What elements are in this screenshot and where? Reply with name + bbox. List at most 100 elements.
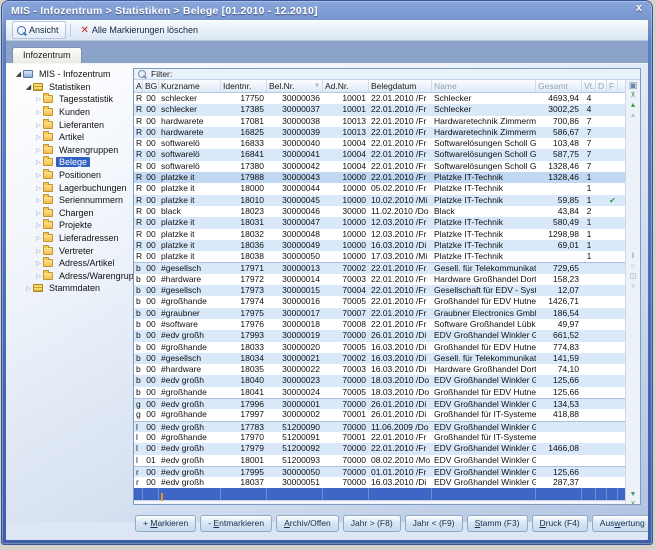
table-row[interactable]: R00schlecker17750300000361000122.01.2010… (134, 93, 640, 104)
table-row[interactable]: l01#edv großh18001512000937000008.02.201… (134, 455, 640, 466)
column-header-d[interactable]: D (596, 80, 607, 92)
expand-arrow-icon[interactable]: ▷ (34, 209, 43, 217)
close-button[interactable]: x (636, 2, 642, 14)
table-row[interactable]: R00black18023300000463000011.02.2010 /Do… (134, 206, 640, 217)
tree-item-vertreter[interactable]: ▷Vertreter (14, 244, 132, 257)
append-cell-belnr[interactable] (267, 488, 323, 500)
expand-arrow-icon[interactable]: ▷ (34, 146, 43, 154)
tree-item-adress-warengruppen[interactable]: ▷Adress/Warengruppen (14, 270, 132, 283)
jahr-zurueck-button[interactable]: Jahr < (F9) (405, 515, 463, 532)
jahr-vor-button[interactable]: Jahr > (F8) (343, 515, 401, 532)
append-cell-f[interactable] (607, 488, 618, 500)
bookmark-icon[interactable]: ◫ (626, 272, 640, 282)
tree-item-adress-artikel[interactable]: ▷Adress/Artikel (14, 257, 132, 270)
tree-item-belege[interactable]: ▷Belege (14, 156, 132, 169)
tree-item-statistiken[interactable]: ◢Statistiken (14, 81, 132, 94)
auswertung-button[interactable]: Auswertung (592, 515, 648, 532)
expand-arrow-icon[interactable]: ▷ (24, 284, 33, 292)
table-row[interactable]: r00#edv großh18037300000517000016.03.201… (134, 477, 640, 488)
horizontal-scrollbar[interactable] (134, 500, 640, 505)
scroll-first-icon[interactable]: ⊼ (626, 91, 640, 101)
append-cell-kurzname[interactable] (159, 488, 221, 500)
entmarkieren-button[interactable]: - Entmarkieren (200, 515, 272, 532)
expand-arrow-icon[interactable]: ▷ (34, 158, 43, 166)
column-header-belnr[interactable]: Bel.Nr.▼ (267, 80, 323, 92)
table-row[interactable]: b00#graubner17975300000177000722.01.2010… (134, 308, 640, 319)
expand-arrow-icon[interactable]: ▷ (34, 196, 43, 204)
expand-arrow-icon[interactable]: ▷ (34, 259, 43, 267)
table-row[interactable]: R00softwarelö16841300000411000422.01.201… (134, 149, 640, 160)
table-row[interactable]: R00platzke it18000300000441000005.02.201… (134, 183, 640, 194)
table-row[interactable]: R00softwarelö16833300000401000422.01.201… (134, 138, 640, 149)
table-row[interactable]: b00#gesellsch17971300000137000222.01.201… (134, 262, 640, 273)
scroll-down-icon[interactable]: ▼ (626, 490, 640, 500)
collapse-arrow-icon[interactable]: ◢ (14, 70, 23, 78)
table-row[interactable]: l00#großhande17970512000917000122.01.201… (134, 432, 640, 443)
druck-button[interactable]: Druck (F4) (532, 515, 588, 532)
table-row[interactable]: R00platzke it18038300000501000017.03.201… (134, 251, 640, 262)
expand-arrow-icon[interactable]: ▷ (34, 221, 43, 229)
tree-item-lieferanten[interactable]: ▷Lieferanten (14, 118, 132, 131)
column-chooser-icon[interactable]: ▣ (626, 80, 640, 90)
expand-arrow-icon[interactable]: ▷ (34, 247, 43, 255)
append-cell-gesamt[interactable] (536, 488, 582, 500)
table-row[interactable]: R00platzke it18032300000481000012.03.201… (134, 229, 640, 240)
column-header-identnr[interactable]: Identnr. (221, 80, 267, 92)
tab-infozentrum[interactable]: Infozentrum (12, 47, 82, 63)
column-header-f[interactable]: F (607, 80, 618, 92)
append-cell-identnr[interactable] (221, 488, 267, 500)
expand-arrow-icon[interactable]: ▷ (34, 121, 43, 129)
append-cell-vt[interactable] (582, 488, 596, 500)
column-header-gesamt[interactable]: Gesamt (536, 80, 582, 92)
tree-item-artikel[interactable]: ▷Artikel (14, 131, 132, 144)
table-row[interactable]: g00#großhande17997300000027000126.01.201… (134, 409, 640, 420)
table-row[interactable]: b00#software17976300000187000822.01.2010… (134, 319, 640, 330)
column-header-a[interactable]: A (134, 80, 143, 92)
markieren-button[interactable]: + Markieren (135, 515, 196, 532)
table-row[interactable]: b00#gesellsch17973300000157000422.01.201… (134, 285, 640, 296)
expand-arrow-icon[interactable]: ▷ (34, 184, 43, 192)
tree-item-warengruppen[interactable]: ▷Warengruppen (14, 144, 132, 157)
table-row[interactable]: b00#großhande17974300000167000522.01.201… (134, 296, 640, 307)
tree-item-lieferadressen[interactable]: ▷Lieferadressen (14, 232, 132, 245)
column-header-bg[interactable]: BG (143, 80, 159, 92)
column-header-name[interactable]: Name (432, 80, 536, 92)
table-row[interactable]: R00platzke it18010300000451000010.02.201… (134, 195, 640, 206)
split-icon[interactable]: ‖ (626, 252, 640, 262)
expand-arrow-icon[interactable]: ▷ (34, 108, 43, 116)
column-header-adnr[interactable]: Ad.Nr. (323, 80, 369, 92)
archiv-offen-button[interactable]: Archiv/Offen (276, 515, 339, 532)
scroll-up2-icon[interactable]: ▵ (626, 111, 640, 121)
append-cell-d[interactable] (596, 488, 607, 500)
table-row[interactable]: R00schlecker17385300000371000122.01.2010… (134, 104, 640, 115)
tree-item-positionen[interactable]: ▷Positionen (14, 169, 132, 182)
table-row[interactable]: b00#gesellsch18034300000217000216.03.201… (134, 353, 640, 364)
tree-item-lagerbuchungen[interactable]: ▷Lagerbuchungen (14, 181, 132, 194)
table-row[interactable]: b00#edv großh18040300000237000018.03.201… (134, 375, 640, 386)
scroll-up-icon[interactable]: ▲ (626, 101, 640, 111)
table-row[interactable]: R00softwarelö17380300000421000422.01.201… (134, 161, 640, 172)
column-header-datum[interactable]: Belegdatum (369, 80, 432, 92)
table-row[interactable]: R00hardwarete16825300000391001322.01.201… (134, 127, 640, 138)
table-row[interactable]: b00#hardware18035300000227000316.03.2010… (134, 364, 640, 375)
append-cell-datum[interactable] (369, 488, 432, 500)
grid-side-strip[interactable]: ▣ ⊼▲▵ ‖○◫▿ ▼⊻ (625, 80, 640, 504)
expand-arrow-icon[interactable]: ▷ (34, 171, 43, 179)
filter-row[interactable]: Filter: (134, 69, 640, 80)
table-row[interactable]: l00#edv großh17979512000927000022.01.201… (134, 443, 640, 454)
append-cell-name[interactable] (432, 488, 536, 500)
table-row[interactable]: b00#großhande18041300000247000518.03.201… (134, 387, 640, 398)
append-row[interactable] (134, 488, 640, 500)
tree-item-chargen[interactable]: ▷Chargen (14, 207, 132, 220)
table-row[interactable]: R00platzke it17988300000431000022.01.201… (134, 172, 640, 183)
expand-arrow-icon[interactable]: ▷ (34, 234, 43, 242)
stamm-button[interactable]: Stamm (F3) (467, 515, 528, 532)
tree-item-mis-infozentrum[interactable]: ◢MIS - Infozentrum (14, 68, 132, 81)
column-header-vt[interactable]: Vt. (582, 80, 596, 92)
tree-item-seriennummern[interactable]: ▷Seriennummern (14, 194, 132, 207)
table-row[interactable]: b00#edv großh17993300000197000026.01.201… (134, 330, 640, 341)
append-cell-adnr[interactable] (323, 488, 369, 500)
table-row[interactable]: R00hardwarete17081300000381001322.01.201… (134, 116, 640, 127)
table-row[interactable]: g00#edv großh17996300000017000026.01.201… (134, 398, 640, 409)
tree-item-kunden[interactable]: ▷Kunden (14, 106, 132, 119)
